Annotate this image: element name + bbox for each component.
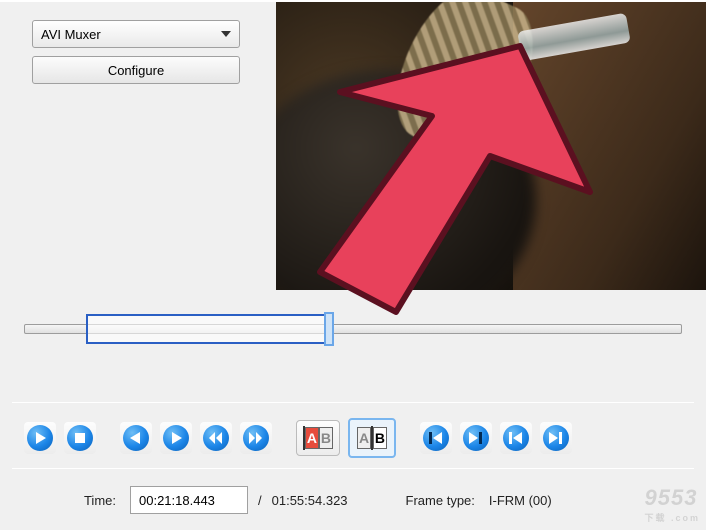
next-black-frame-button[interactable] <box>540 422 572 454</box>
video-preview <box>276 2 706 290</box>
status-bar: Time: 00:21:18.443 / 01:55:54.323 Frame … <box>12 474 694 520</box>
set-marker-b-button[interactable]: AB <box>348 418 396 458</box>
rewind-button[interactable] <box>200 422 232 454</box>
timeline[interactable] <box>24 310 682 376</box>
chevron-down-icon <box>221 31 231 37</box>
watermark: 9553 下载 .com <box>644 485 700 524</box>
time-field[interactable]: 00:21:18.443 <box>130 486 248 514</box>
prev-black-frame-button[interactable] <box>500 422 532 454</box>
output-format-dropdown[interactable]: AVI Muxer <box>32 20 240 48</box>
next-frame-button[interactable] <box>160 422 192 454</box>
configure-label: Configure <box>108 63 164 78</box>
play-button[interactable] <box>24 422 56 454</box>
timeline-playhead[interactable] <box>324 312 334 346</box>
total-prefix: / <box>256 493 264 508</box>
next-keyframe-button[interactable] <box>460 422 492 454</box>
configure-button[interactable]: Configure <box>32 56 240 84</box>
separator <box>12 468 694 469</box>
set-marker-a-button[interactable]: AB <box>296 420 340 456</box>
watermark-sub: 下载 .com <box>644 511 700 524</box>
frame-type-label: Frame type: <box>400 493 481 508</box>
time-value: 00:21:18.443 <box>139 493 215 508</box>
transport-bar: AB AB <box>24 418 572 458</box>
total-duration: 01:55:54.323 <box>272 493 354 508</box>
watermark-text: 9553 <box>644 485 697 510</box>
timeline-selection[interactable] <box>86 314 326 344</box>
prev-keyframe-button[interactable] <box>420 422 452 454</box>
time-label: Time: <box>12 493 122 508</box>
frame-type-value: I-FRM (00) <box>489 493 558 508</box>
output-format-value: AVI Muxer <box>41 27 101 42</box>
prev-frame-button[interactable] <box>120 422 152 454</box>
stop-button[interactable] <box>64 422 96 454</box>
fast-forward-button[interactable] <box>240 422 272 454</box>
separator <box>12 402 694 403</box>
